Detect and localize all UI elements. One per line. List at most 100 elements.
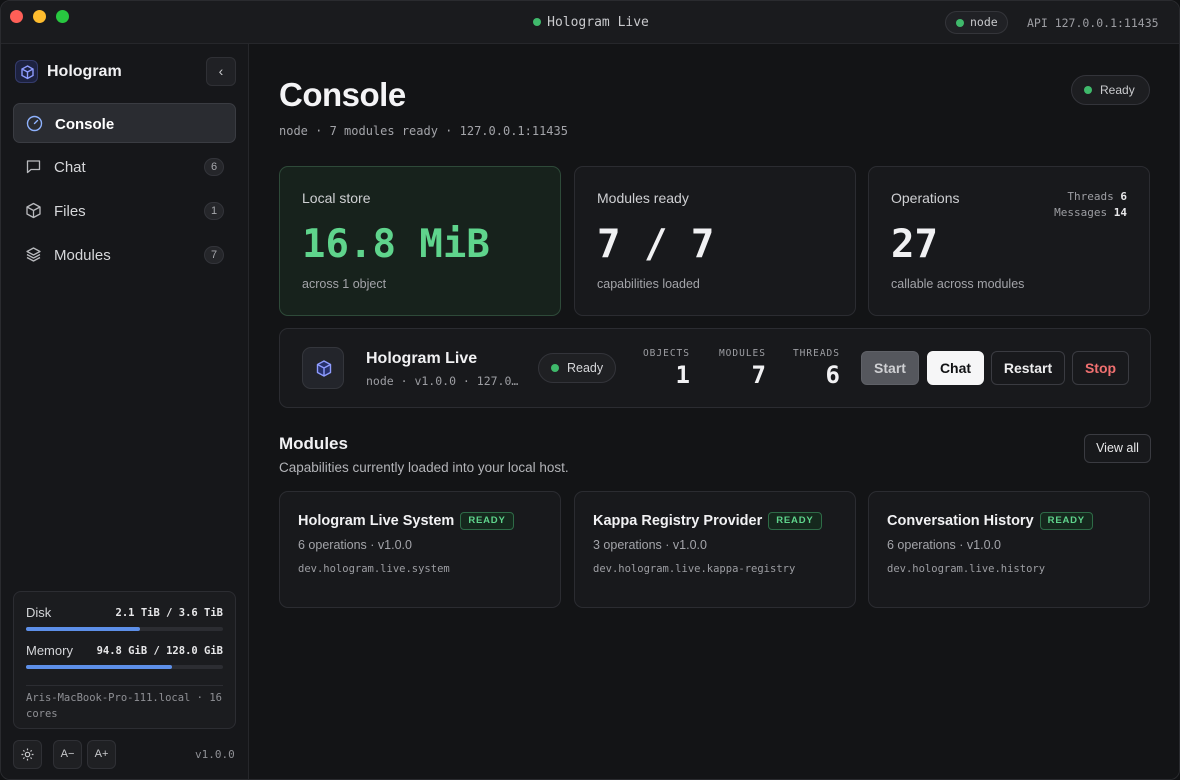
- title-bar: Hologram Live node API 127.0.0.1:11435: [1, 1, 1179, 44]
- module-name-row: Kappa Registry Provider READY: [593, 512, 822, 530]
- card-caption: capabilities loaded: [597, 277, 700, 291]
- theme-toggle-button[interactable]: [13, 740, 42, 769]
- sun-icon: [21, 748, 34, 761]
- hologram-live-panel: Hologram Live node · v1.0.0 · 127.0.0.1:…: [279, 328, 1151, 408]
- layers-icon: [26, 247, 41, 262]
- collapse-sidebar-button[interactable]: ‹: [206, 57, 236, 86]
- module-operations: 6 operations · v1.0.0: [887, 538, 1001, 552]
- modules-ready-card: Modules ready 7 / 7 capabilities loaded: [574, 166, 856, 316]
- api-address: API 127.0.0.1:11435: [1027, 16, 1159, 30]
- cube-icon: [26, 202, 41, 219]
- start-button[interactable]: Start: [861, 351, 919, 385]
- module-card-kappa-registry[interactable]: Kappa Registry Provider READY 3 operation…: [574, 491, 856, 608]
- stat-label: OBJECTS: [642, 348, 690, 359]
- host-info: Aris-MacBook-Pro-111.local · 16 cores: [26, 692, 222, 720]
- cube-icon: [302, 347, 344, 389]
- live-status-badge: Ready: [538, 353, 616, 383]
- objects-stat: OBJECTS 1: [638, 348, 690, 389]
- view-all-button[interactable]: View all: [1084, 434, 1151, 463]
- disk-label: Disk: [26, 605, 52, 620]
- module-name-row: Hologram Live System READY: [298, 512, 514, 530]
- stat-value: 7: [751, 361, 766, 389]
- main-content: Console node · 7 modules ready · 127.0.0…: [249, 44, 1179, 779]
- module-id: dev.hologram.live.system: [298, 563, 450, 575]
- module-id: dev.hologram.live.kappa-registry: [593, 563, 796, 575]
- status-text: Ready: [1100, 83, 1135, 97]
- hologram-logo-icon: [15, 60, 38, 83]
- chat-button[interactable]: Chat: [927, 351, 984, 385]
- status-dot-icon: [551, 364, 559, 372]
- sidebar: Hologram ‹ Console Chat 6 Files 1 Module…: [1, 44, 249, 779]
- memory-label: Memory: [26, 643, 73, 658]
- status-badge: Ready: [1071, 75, 1150, 105]
- modules-count-badge: 7: [204, 246, 224, 264]
- threads-stat: THREADS 6: [788, 348, 840, 389]
- module-card-system[interactable]: Hologram Live System READY 6 operations ·…: [279, 491, 561, 608]
- page-title: Console: [279, 76, 406, 113]
- stat-label: THREADS: [792, 348, 840, 359]
- card-value: 7 / 7: [597, 222, 715, 267]
- sidebar-item-label: Chat: [54, 159, 86, 176]
- sidebar-item-label: Files: [54, 203, 86, 220]
- stat-value: 6: [825, 361, 840, 389]
- card-caption: across 1 object: [302, 277, 387, 291]
- window-title-text: Hologram Live: [547, 15, 649, 30]
- disk-usage-value: 2.1 TiB / 3.6 TiB: [115, 607, 223, 619]
- local-store-card: Local store 16.8 MiB across 1 object: [279, 166, 561, 316]
- module-card-history[interactable]: Conversation History READY 6 operations ·…: [868, 491, 1150, 608]
- stat-value: 1: [675, 361, 690, 389]
- live-meta: node · v1.0.0 · 127.0.0.1:11435: [366, 374, 520, 388]
- status-dot-icon: [956, 19, 964, 27]
- sidebar-item-label: Modules: [54, 247, 111, 264]
- sidebar-item-console[interactable]: Console: [13, 103, 236, 143]
- ready-badge: READY: [768, 512, 822, 530]
- card-label: Operations: [891, 190, 960, 206]
- messages-value: 14: [1113, 206, 1127, 219]
- status-text: Ready: [567, 361, 604, 375]
- status-dot-icon: [533, 18, 542, 26]
- files-count-badge: 1: [204, 202, 224, 220]
- module-name-row: Conversation History READY: [887, 512, 1093, 530]
- gauge-icon: [26, 115, 43, 132]
- font-increase-button[interactable]: A+: [87, 740, 116, 769]
- ready-badge: READY: [1039, 512, 1093, 530]
- card-caption: callable across modules: [891, 277, 1025, 291]
- sidebar-item-label: Console: [55, 116, 115, 133]
- app-version: v1.0.0: [195, 748, 235, 761]
- threads-value: 6: [1120, 190, 1127, 203]
- restart-button[interactable]: Restart: [991, 351, 1065, 385]
- operations-stats: Threads 6 Messages 14: [1054, 189, 1127, 221]
- sidebar-item-chat[interactable]: Chat 6: [13, 147, 236, 187]
- chat-icon: [26, 160, 41, 174]
- node-status-pill: node: [945, 11, 1008, 34]
- ready-badge: READY: [460, 512, 514, 530]
- memory-usage-fill: [26, 665, 172, 669]
- module-id: dev.hologram.live.history: [887, 563, 1046, 575]
- disk-usage-bar: [26, 627, 223, 631]
- card-label: Modules ready: [597, 190, 689, 206]
- card-value: 16.8 MiB: [302, 222, 490, 267]
- stop-button[interactable]: Stop: [1072, 351, 1129, 385]
- modules-stat: MODULES 7: [712, 348, 766, 389]
- memory-usage-value: 94.8 GiB / 128.0 GiB: [96, 645, 223, 657]
- messages-label: Messages: [1054, 206, 1108, 219]
- page-subtitle: node · 7 modules ready · 127.0.0.1:11435: [279, 124, 568, 138]
- chevron-left-icon: ‹: [218, 63, 224, 79]
- module-name: Conversation History: [887, 513, 1034, 529]
- memory-usage-bar: [26, 665, 223, 669]
- card-value: 27: [891, 222, 938, 267]
- card-label: Local store: [302, 190, 371, 206]
- modules-section-subtitle: Capabilities currently loaded into your …: [279, 460, 569, 475]
- sidebar-item-files[interactable]: Files 1: [13, 191, 236, 231]
- operations-card: Operations Threads 6 Messages 14 27 call…: [868, 166, 1150, 316]
- modules-section-title: Modules: [279, 434, 348, 453]
- system-resources-panel: Disk 2.1 TiB / 3.6 TiB Memory 94.8 GiB /…: [13, 591, 236, 729]
- sidebar-item-modules[interactable]: Modules 7: [13, 235, 236, 275]
- chat-count-badge: 6: [204, 158, 224, 176]
- threads-label: Threads: [1067, 190, 1114, 203]
- status-dot-icon: [1084, 86, 1092, 94]
- font-decrease-button[interactable]: A−: [53, 740, 82, 769]
- module-operations: 3 operations · v1.0.0: [593, 538, 707, 552]
- live-name: Hologram Live: [366, 350, 478, 367]
- brand-name: Hologram: [47, 63, 122, 80]
